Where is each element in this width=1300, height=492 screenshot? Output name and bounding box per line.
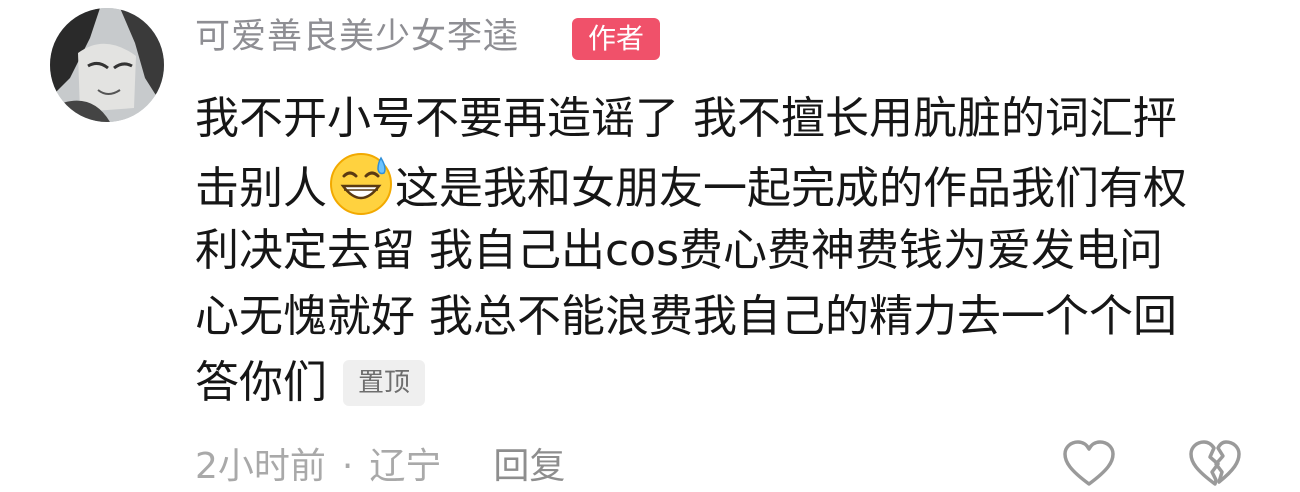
avatar-image [50, 8, 164, 122]
comment-text: 这是我和女朋友一起完成的作品我们有权 [395, 163, 1187, 214]
username[interactable]: 可爱善良美少女李逵 [195, 14, 519, 60]
comment-text: 答你们 [195, 357, 327, 408]
comment-line: 击别人 这是我和女朋友一起完成的作品我们有权 [195, 152, 1265, 218]
comment-body: 我不开小号不要再造谣了 我不擅长用肮脏的词汇抨 击别人 这是我和女朋友一起完成的… [195, 86, 1265, 416]
avatar[interactable] [50, 8, 164, 122]
reply-button[interactable]: 回复 [493, 442, 565, 492]
broken-heart-icon[interactable] [1188, 440, 1242, 488]
comment-line: 利决定去留 我自己出cos费心费神费钱为爱发电问 [195, 225, 1164, 276]
comment-location: 辽宁 [369, 446, 442, 487]
meta-separator: · [341, 446, 354, 487]
pinned-badge: 置顶 [343, 360, 426, 406]
comment-text: 击别人 [195, 163, 327, 214]
comment-line: 我不开小号不要再造谣了 我不擅长用肮脏的词汇抨 [195, 93, 1177, 144]
heart-outline-icon[interactable] [1062, 440, 1116, 488]
author-badge: 作者 [572, 18, 660, 60]
like-count-placeholder [1040, 454, 1060, 474]
grinning-sweat-emoji-icon [329, 152, 393, 216]
comment-time: 2小时前 [195, 446, 326, 487]
comment-line: 心无愧就好 我总不能浪费我自己的精力去一个个回 [195, 291, 1177, 342]
comment-line: 答你们 置顶 [195, 350, 1265, 416]
comment-meta: 2小时前 · 辽宁 回复 [195, 442, 565, 492]
